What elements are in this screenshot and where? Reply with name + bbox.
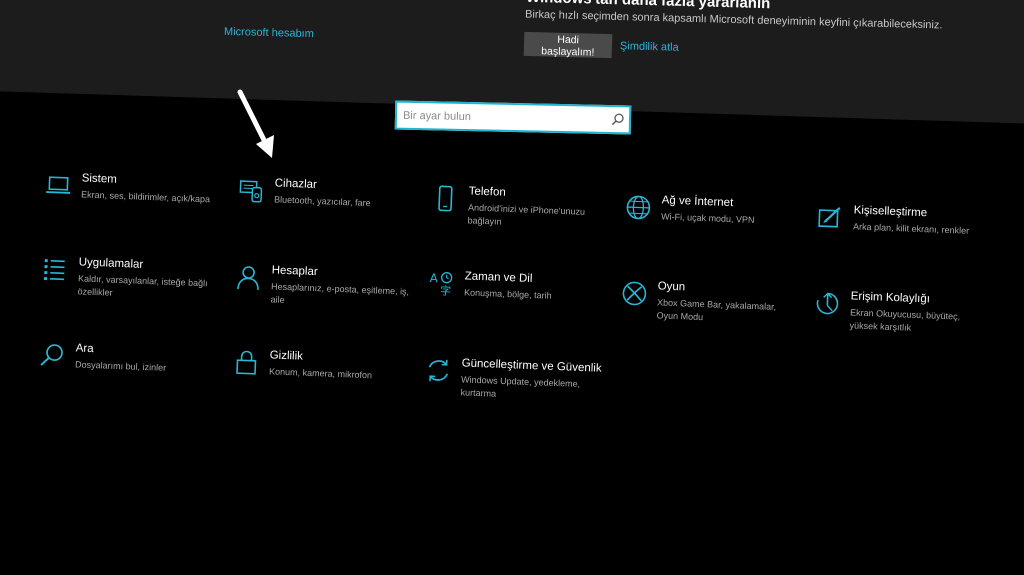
apps-list-icon [42, 256, 69, 283]
settings-search-box[interactable] [394, 100, 632, 135]
tile-apps[interactable]: Uygulamalar Kaldır, varsayılanlar, isteğe… [43, 254, 218, 297]
microsoft-account-link[interactable]: Microsoft hesabım [224, 26, 314, 40]
tile-description: Arka plan, kilit ekranı, renkler [852, 221, 970, 236]
tile-description: Dosyalarımı bul, izinler [74, 359, 167, 373]
tile-accounts[interactable]: Hesaplar Hesaplarınız, e-posta, eşitleme,… [236, 262, 411, 304]
tile-system[interactable]: Sistem Ekran, ses, bildirimler, açık/kapa [46, 170, 221, 204]
tile-update-security[interactable]: Güncelleştirme ve Güvenlik Windows Update… [426, 355, 602, 398]
person-icon [235, 264, 262, 291]
tile-phone[interactable]: Telefon Android'inizi ve iPhone'unuzu bağ… [433, 183, 608, 226]
tile-time-language[interactable]: A字 Zaman ve Dil Konuşma, bölge, tarih [429, 268, 604, 300]
tile-description: Android'inizi ve iPhone'unuzu bağlayın [467, 202, 586, 227]
tile-description: Konum, kamera, mikrofon [268, 366, 373, 381]
tile-description: Kaldır, varsayılanlar, isteğe bağlı özel… [77, 273, 208, 298]
tile-search[interactable]: Ara Dosyalarımı bul, izinler [40, 340, 215, 373]
personalization-icon [817, 204, 844, 231]
tile-gaming[interactable]: Oyun Xbox Game Bar, yakalamalar, Oyun Mod… [622, 278, 797, 322]
tile-description: Xbox Game Bar, yakalamalar, Oyun Modu [656, 297, 777, 322]
search-icon [39, 342, 66, 369]
settings-search-input[interactable] [396, 102, 610, 133]
tile-network[interactable]: Ağ ve İnternet Wi-Fi, uçak modu, VPN [626, 192, 801, 225]
tile-description: Ekran Okuyucusu, büyüteç, yüksek karşıtl… [849, 307, 961, 333]
tile-description: Konuşma, bölge, tarih [463, 287, 552, 301]
globe-icon [625, 194, 652, 221]
lock-icon [233, 349, 260, 376]
svg-text:A: A [429, 271, 439, 285]
ease-of-access-icon [814, 290, 841, 317]
tile-personalization[interactable]: Kişiselleştirme Arka plan, kilit ekranı, … [818, 202, 993, 236]
tile-description: Wi-Fi, uçak modu, VPN [660, 211, 755, 225]
update-icon [425, 357, 452, 384]
search-icon[interactable] [611, 112, 625, 126]
phone-icon [432, 185, 459, 212]
skip-for-now-link[interactable]: Şimdilik atla [620, 40, 679, 54]
get-started-button[interactable]: Hadi başlayalım! [523, 31, 613, 59]
svg-text:字: 字 [440, 283, 452, 297]
tile-ease-of-access[interactable]: Erişim Kolaylığı Ekran Okuyucusu, büyüteç… [815, 288, 990, 332]
annotation-arrow-icon [237, 89, 274, 158]
devices-icon [238, 177, 265, 204]
tile-description: Bluetooth, yazıcılar, fare [273, 194, 371, 209]
tile-description: Ekran, ses, bildirimler, açık/kapa [80, 189, 211, 205]
tile-description: Windows Update, yedekleme, kurtarma [460, 374, 581, 399]
xbox-icon [621, 280, 648, 307]
tile-devices[interactable]: Cihazlar Bluetooth, yazıcılar, fare [239, 175, 414, 208]
time-language-icon: A字 [428, 270, 455, 297]
laptop-icon [45, 172, 72, 199]
tile-privacy[interactable]: Gizlilik Konum, kamera, mikrofon [234, 347, 409, 380]
tile-description: Hesaplarınız, e-posta, eşitleme, iş, ail… [270, 281, 410, 305]
